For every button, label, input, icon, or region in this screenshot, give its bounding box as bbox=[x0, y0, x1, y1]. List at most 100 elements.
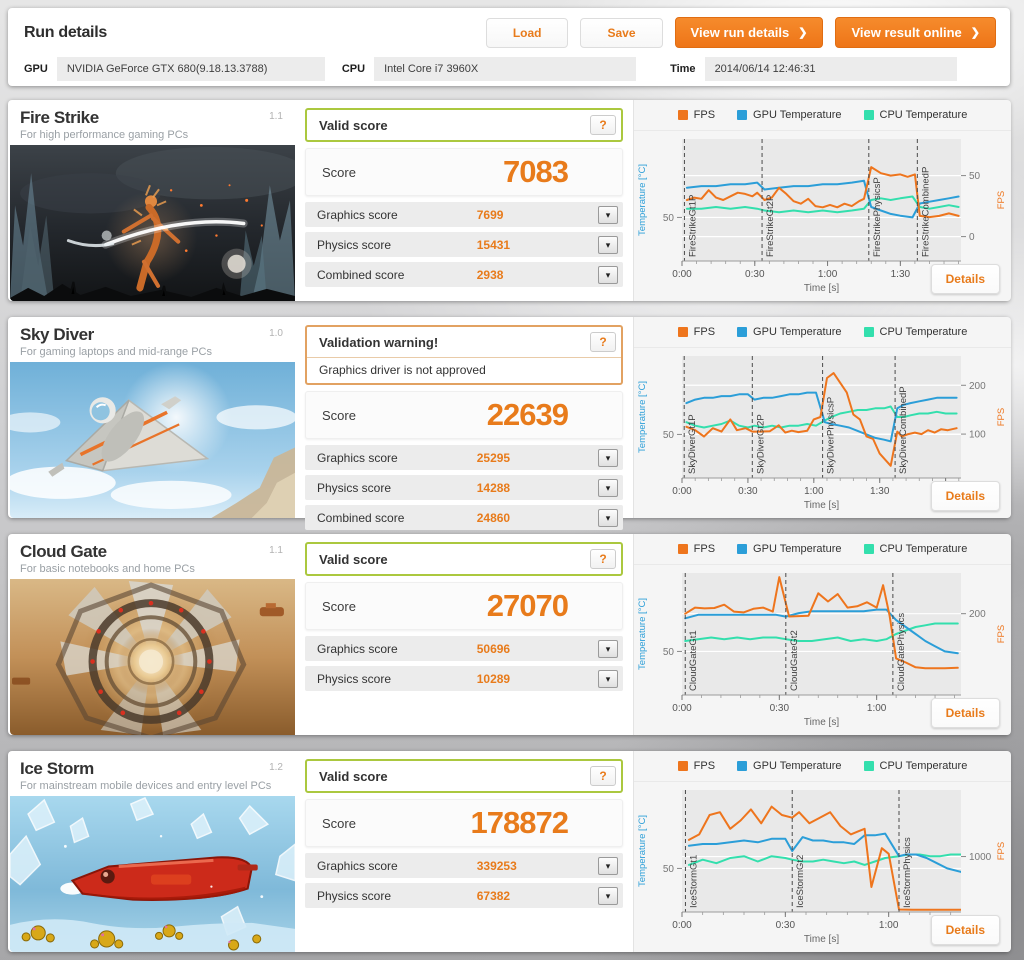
legend-item: CPU Temperature bbox=[863, 543, 967, 555]
subscore-list: Graphics score 339253 ▾ Physics score 67382 ▾ bbox=[305, 853, 623, 908]
subscore-value: 50696 bbox=[476, 641, 511, 656]
subscore-row: Combined score 2938 ▾ bbox=[305, 262, 623, 287]
svg-text:0:00: 0:00 bbox=[672, 920, 692, 931]
expand-subscore-button[interactable]: ▾ bbox=[598, 508, 618, 527]
gpu-label: GPU bbox=[24, 63, 48, 75]
subscore-row: Physics score 15431 ▾ bbox=[305, 232, 623, 257]
total-score-row: Score 22639 bbox=[305, 391, 623, 439]
legend-item: GPU Temperature bbox=[737, 109, 842, 121]
expand-subscore-button[interactable]: ▾ bbox=[598, 448, 618, 467]
caret-down-icon: ▾ bbox=[605, 482, 611, 493]
help-button[interactable]: ? bbox=[590, 332, 616, 352]
expand-subscore-button[interactable]: ▾ bbox=[598, 265, 618, 284]
chevron-right-icon: ❯ bbox=[798, 27, 808, 39]
benchmark-info-panel: Ice Storm 1.2 For mainstream mobile devi… bbox=[8, 751, 295, 952]
details-button[interactable]: Details bbox=[930, 698, 1000, 728]
subscore-label: Graphics score bbox=[317, 450, 398, 465]
expand-subscore-button[interactable]: ▾ bbox=[598, 478, 618, 497]
benchmark-version: 1.1 bbox=[269, 111, 283, 122]
legend-item: GPU Temperature bbox=[737, 543, 842, 555]
benchmark-info-panel: Cloud Gate 1.1 For basic notebooks and h… bbox=[8, 534, 295, 735]
subscore-row: Graphics score 50696 ▾ bbox=[305, 636, 623, 661]
benchmark-tagline: For high performance gaming PCs bbox=[20, 129, 189, 141]
legend-label: GPU Temperature bbox=[753, 760, 842, 772]
svg-text:1:00: 1:00 bbox=[804, 486, 824, 497]
legend-item: CPU Temperature bbox=[863, 326, 967, 338]
score-value: 7083 bbox=[503, 154, 569, 189]
subscore-value: 67382 bbox=[476, 888, 511, 903]
svg-text:Temperature [°C]: Temperature [°C] bbox=[637, 381, 648, 453]
svg-text:FireStrikeCombinedP: FireStrikeCombinedP bbox=[920, 167, 931, 257]
legend-swatch-icon bbox=[863, 761, 874, 771]
svg-text:CloudGateGt1: CloudGateGt1 bbox=[688, 630, 699, 691]
validation-status-box: Valid score ? bbox=[305, 108, 623, 142]
svg-text:50: 50 bbox=[663, 864, 675, 875]
load-button[interactable]: Load bbox=[485, 17, 569, 48]
score-label: Score bbox=[322, 164, 356, 180]
svg-text:0:30: 0:30 bbox=[770, 703, 790, 714]
caret-down-icon: ▾ bbox=[605, 643, 611, 654]
expand-subscore-button[interactable]: ▾ bbox=[598, 639, 618, 658]
svg-text:0:30: 0:30 bbox=[738, 486, 758, 497]
subscore-label: Graphics score bbox=[317, 207, 398, 222]
validation-status-box: Valid score ? bbox=[305, 759, 623, 793]
score-panel: Validation warning! ? Graphics driver is… bbox=[295, 317, 633, 530]
svg-text:FPS: FPS bbox=[996, 625, 1007, 643]
total-score-row: Score 7083 bbox=[305, 148, 623, 196]
score-label: Score bbox=[322, 815, 356, 831]
validation-status-message: Graphics driver is not approved bbox=[319, 363, 486, 377]
subscore-value: 7699 bbox=[476, 207, 504, 222]
svg-text:FireStrikeGt1P: FireStrikeGt1P bbox=[687, 195, 698, 257]
details-button[interactable]: Details bbox=[930, 481, 1000, 511]
legend-item: CPU Temperature bbox=[863, 760, 967, 772]
chart-legend: FPS GPU Temperature CPU Temperature bbox=[634, 317, 1011, 348]
svg-text:IceStormGt1: IceStormGt1 bbox=[688, 855, 699, 908]
svg-text:Temperature [°C]: Temperature [°C] bbox=[637, 598, 648, 670]
subscore-label: Physics score bbox=[317, 237, 392, 252]
subscore-value: 25295 bbox=[476, 450, 511, 465]
view-run-details-button[interactable]: View run details ❯ bbox=[674, 17, 824, 48]
caret-down-icon: ▾ bbox=[605, 269, 611, 280]
expand-subscore-button[interactable]: ▾ bbox=[598, 669, 618, 688]
expand-subscore-button[interactable]: ▾ bbox=[598, 205, 618, 224]
details-button[interactable]: Details bbox=[930, 264, 1000, 294]
legend-swatch-icon bbox=[737, 110, 748, 120]
legend-swatch-icon bbox=[737, 327, 748, 337]
validation-status-title: Valid score bbox=[319, 117, 388, 133]
caret-down-icon: ▾ bbox=[605, 673, 611, 684]
score-label: Score bbox=[322, 598, 356, 614]
legend-label: FPS bbox=[693, 326, 716, 338]
expand-subscore-button[interactable]: ▾ bbox=[598, 235, 618, 254]
legend-swatch-icon bbox=[737, 544, 748, 554]
svg-text:1:30: 1:30 bbox=[891, 269, 911, 280]
benchmark-card: Cloud Gate 1.1 For basic notebooks and h… bbox=[8, 534, 1011, 735]
subscore-value: 2938 bbox=[476, 267, 504, 282]
legend-item: CPU Temperature bbox=[863, 109, 968, 121]
help-button[interactable]: ? bbox=[590, 115, 616, 135]
svg-text:1:00: 1:00 bbox=[867, 703, 887, 714]
legend-label: GPU Temperature bbox=[753, 543, 842, 555]
expand-subscore-button[interactable]: ▾ bbox=[598, 856, 618, 875]
caret-down-icon: ▾ bbox=[605, 512, 611, 523]
svg-text:0: 0 bbox=[969, 232, 975, 243]
legend-item: FPS bbox=[677, 760, 715, 772]
help-button[interactable]: ? bbox=[590, 766, 616, 786]
save-button[interactable]: Save bbox=[580, 17, 663, 48]
subscore-label: Graphics score bbox=[317, 858, 398, 873]
view-result-online-label: View result online bbox=[851, 25, 962, 40]
view-result-online-button[interactable]: View result online ❯ bbox=[835, 17, 996, 48]
benchmark-version: 1.0 bbox=[269, 328, 283, 339]
benchmark-tagline: For basic notebooks and home PCs bbox=[20, 563, 195, 575]
page-title: Run details bbox=[24, 23, 107, 41]
benchmark-image bbox=[10, 145, 295, 301]
chart-legend: FPS GPU Temperature CPU Temperature bbox=[634, 751, 1011, 782]
legend-label: CPU Temperature bbox=[879, 109, 968, 121]
help-button[interactable]: ? bbox=[590, 549, 616, 569]
svg-text:1:00: 1:00 bbox=[818, 269, 838, 280]
legend-label: FPS bbox=[693, 543, 716, 555]
details-button[interactable]: Details bbox=[930, 915, 1000, 945]
expand-subscore-button[interactable]: ▾ bbox=[598, 886, 618, 905]
svg-text:FPS: FPS bbox=[996, 842, 1007, 860]
benchmark-title: Ice Storm bbox=[20, 759, 94, 778]
legend-item: FPS bbox=[677, 109, 715, 121]
